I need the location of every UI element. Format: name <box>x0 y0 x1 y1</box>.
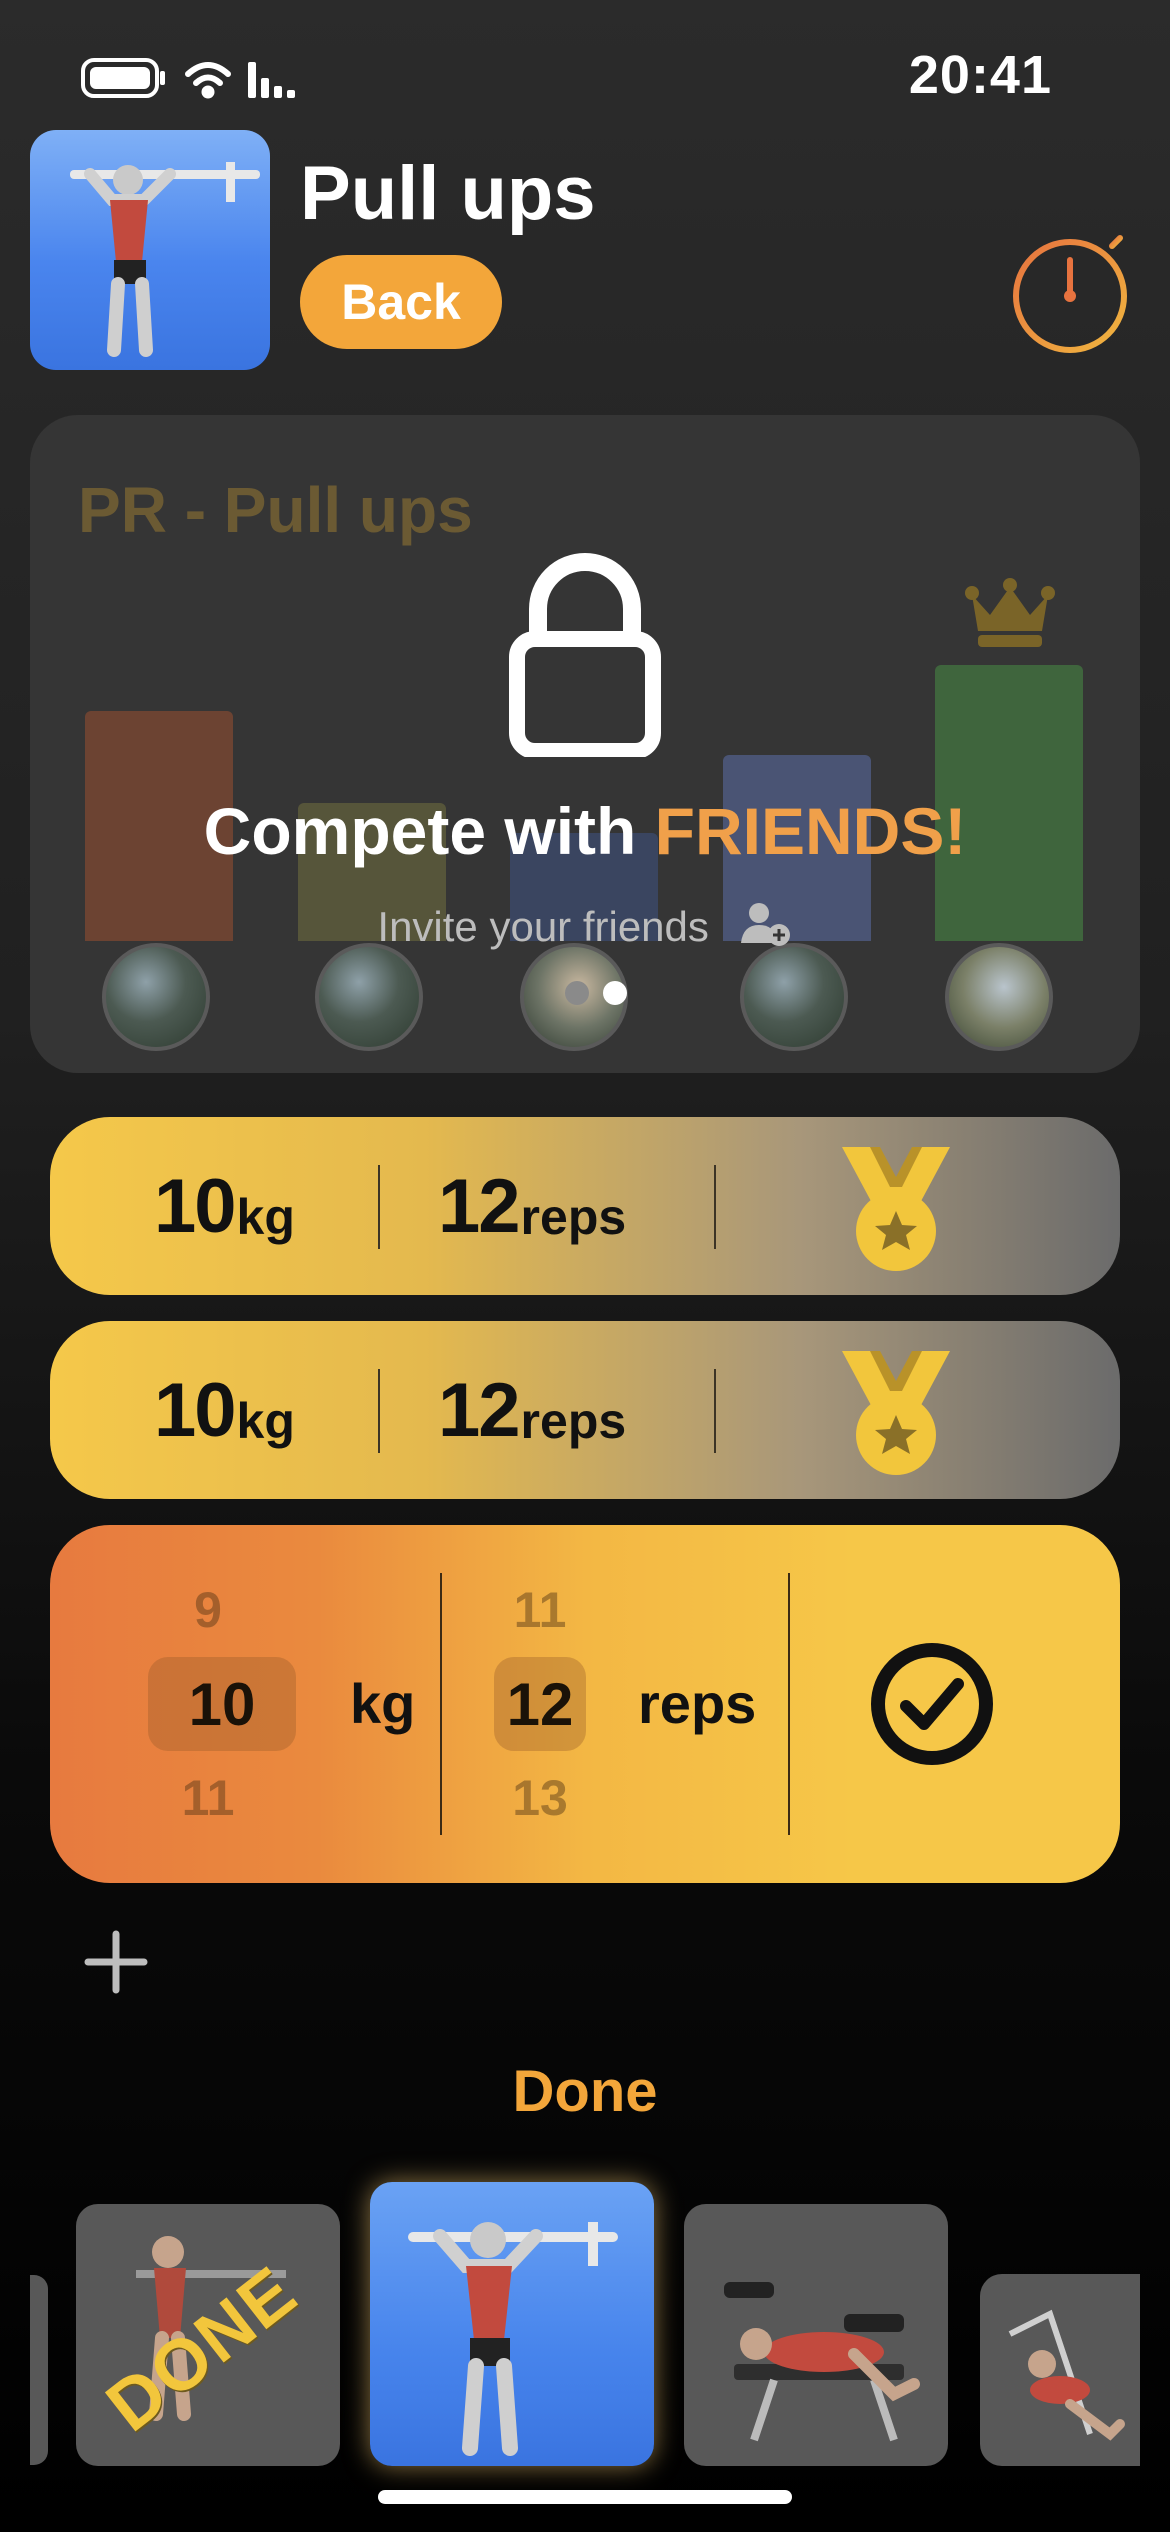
pull-up-figure-icon <box>408 2222 618 2456</box>
page-dot-active <box>603 981 627 1005</box>
reps-picker-next[interactable]: 13 <box>494 1769 586 1827</box>
active-set-row: 9 10 11 kg 11 12 13 reps <box>50 1525 1120 1883</box>
home-indicator[interactable] <box>378 2490 792 2504</box>
plus-icon[interactable] <box>84 1930 148 1994</box>
exercise-card-partial[interactable] <box>30 2275 48 2465</box>
medal-icon <box>836 1341 956 1481</box>
compete-heading: Compete with FRIENDS! <box>30 793 1140 869</box>
weight-picker-selected[interactable]: 10 <box>148 1657 296 1751</box>
weight-unit: kg <box>236 1393 295 1449</box>
compete-prefix: Compete with <box>203 794 655 868</box>
add-person-icon <box>740 903 790 946</box>
divider <box>788 1573 790 1835</box>
weight-picker-prev[interactable]: 9 <box>148 1581 268 1639</box>
set-reps: 12 reps <box>438 1321 626 1499</box>
friend-avatar[interactable] <box>315 943 423 1051</box>
back-button[interactable]: Back <box>300 255 502 349</box>
friends-highlight: FRIENDS! <box>654 794 967 868</box>
weight-unit: kg <box>236 1189 295 1245</box>
completed-set-row[interactable]: 10 kg 12 reps <box>50 1321 1120 1499</box>
done-button[interactable]: Done <box>0 2058 1170 2125</box>
friend-avatar[interactable] <box>945 943 1053 1051</box>
lock-icon <box>508 547 662 759</box>
page-dot <box>565 981 589 1005</box>
pr-title: PR - Pull ups <box>78 474 473 546</box>
page-title: Pull ups <box>300 151 596 236</box>
reps-value: 12 <box>438 1163 521 1249</box>
exercise-card-done[interactable]: DONE <box>76 2204 340 2466</box>
invite-text: Invite your friends <box>377 903 709 950</box>
set-weight: 10 kg <box>154 1321 295 1499</box>
friend-avatar[interactable] <box>102 943 210 1051</box>
pull-up-figure-icon <box>70 162 260 357</box>
wifi-icon <box>185 62 231 99</box>
weight-value: 10 <box>154 1163 237 1249</box>
exercise-card-current[interactable] <box>370 2182 654 2466</box>
pr-leaderboard-card[interactable]: PR - Pull ups Compete with FRIENDS! Invi… <box>30 415 1140 1073</box>
reps-unit: reps <box>520 1189 627 1245</box>
friend-avatar[interactable] <box>740 943 848 1051</box>
stopwatch-icon[interactable] <box>1008 218 1136 358</box>
reps-picker-prev[interactable]: 11 <box>494 1581 586 1639</box>
set-weight: 10 kg <box>154 1117 295 1295</box>
divider <box>378 1165 380 1249</box>
completed-set-row[interactable]: 10 kg 12 reps <box>50 1117 1120 1295</box>
exercise-thumbnail[interactable] <box>30 130 270 370</box>
divider <box>714 1369 716 1453</box>
medal-icon <box>836 1137 956 1277</box>
reps-value: 12 <box>438 1367 521 1453</box>
status-icons <box>80 54 340 104</box>
divider <box>440 1573 442 1835</box>
crown-icon <box>964 575 1056 649</box>
cellular-signal-icon <box>248 62 295 98</box>
weight-unit-label: kg <box>350 1672 416 1735</box>
exercise-card-partial[interactable] <box>980 2274 1140 2466</box>
reps-picker-selected[interactable]: 12 <box>494 1657 586 1751</box>
dumbbell-press-icon <box>724 2282 920 2442</box>
divider <box>714 1165 716 1249</box>
clock-time: 20:41 <box>908 45 1052 105</box>
weight-value: 10 <box>154 1367 237 1453</box>
reps-unit-label: reps <box>638 1672 757 1735</box>
divider <box>378 1369 380 1453</box>
weight-picker-next[interactable]: 11 <box>148 1769 268 1827</box>
set-reps: 12 reps <box>438 1117 626 1295</box>
battery-icon <box>81 58 165 98</box>
page-indicator[interactable] <box>540 978 650 1008</box>
exercise-card-next[interactable] <box>684 2204 948 2466</box>
bench-press-icon <box>1008 2309 1125 2441</box>
reps-unit: reps <box>520 1393 627 1449</box>
invite-friends-link[interactable]: Invite your friends <box>30 901 1140 951</box>
checkmark-circle-icon[interactable] <box>870 1642 994 1766</box>
